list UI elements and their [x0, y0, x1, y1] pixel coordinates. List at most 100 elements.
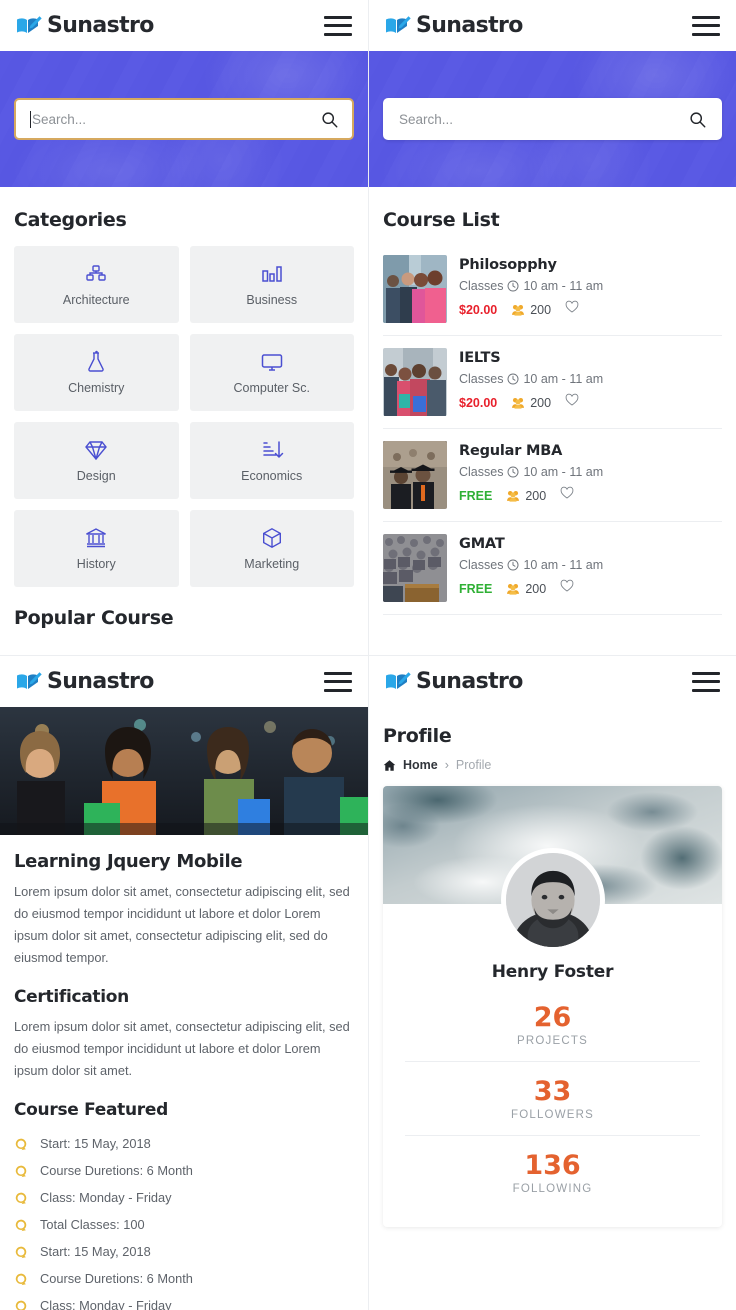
featured-item-label: Start: 15 May, 2018 — [40, 1244, 151, 1259]
breadcrumb-home-link[interactable]: Home — [403, 758, 438, 772]
hamburger-menu-icon[interactable] — [692, 15, 720, 36]
course-price: $20.00 — [459, 395, 498, 410]
course-footer: FREE 200 — [459, 579, 722, 598]
search-input[interactable]: Search... — [383, 98, 722, 140]
search-icon[interactable] — [689, 111, 706, 128]
students-count: 200 — [530, 302, 552, 317]
arrow-right-circle-icon — [15, 1165, 27, 1177]
course-list: Philosopphy Classes 10 am - 11 am $20.00 — [383, 243, 722, 615]
category-tile-business[interactable]: Business — [189, 246, 354, 323]
arrow-right-circle-icon — [15, 1138, 27, 1150]
bar-chart-icon — [262, 266, 282, 282]
course-list-item[interactable]: Regular MBA Classes 10 am - 11 am FREE 2… — [383, 429, 722, 522]
hamburger-menu-icon[interactable] — [692, 671, 720, 692]
course-name: GMAT — [459, 536, 505, 552]
diamond-icon — [85, 441, 108, 461]
course-time: 10 am - 11 am — [523, 465, 604, 479]
book-pen-logo-icon — [386, 15, 411, 33]
categories-section: Categories Architecture Business Chemist… — [0, 187, 368, 587]
favorite-button[interactable] — [565, 393, 579, 412]
book-pen-logo-icon — [386, 671, 411, 689]
hero-search-banner: Search... — [369, 51, 736, 187]
course-students: 200 — [511, 396, 551, 410]
course-schedule: Classes 10 am - 11 am — [459, 558, 722, 572]
course-schedule-label: Classes — [459, 279, 504, 293]
course-list-item[interactable]: IELTS Classes 10 am - 11 am $20.00 200 — [383, 336, 722, 429]
course-schedule: Classes 10 am - 11 am — [459, 279, 722, 293]
category-tile-design[interactable]: Design — [14, 422, 179, 499]
categories-title: Categories — [14, 209, 127, 231]
category-label: Design — [76, 469, 116, 483]
favorite-button[interactable] — [565, 300, 579, 319]
category-tile-chemistry[interactable]: Chemistry — [14, 334, 179, 411]
favorite-button[interactable] — [560, 579, 574, 598]
course-footer: $20.00 200 — [459, 300, 722, 319]
man-portrait-photo — [505, 853, 600, 947]
brand-logo[interactable]: Sunastro — [385, 669, 523, 694]
hamburger-menu-icon[interactable] — [324, 15, 352, 36]
course-name: Philosopphy — [459, 257, 557, 273]
cube-icon — [262, 527, 281, 549]
brand-name: Sunastro — [47, 13, 154, 38]
clock-icon — [507, 373, 519, 385]
category-label: Computer Sc. — [233, 381, 310, 395]
students-count: 200 — [530, 395, 552, 410]
stat-value: 33 — [533, 1076, 572, 1107]
category-tile-history[interactable]: History — [14, 510, 179, 587]
brand-logo[interactable]: Sunastro — [16, 669, 154, 694]
flask-icon — [88, 350, 105, 372]
certification-text: Lorem ipsum dolor sit amet, consectetur … — [14, 1019, 350, 1078]
course-schedule-label: Classes — [459, 372, 504, 386]
brand-name: Sunastro — [416, 669, 523, 694]
graduation-photo — [383, 441, 447, 509]
stat-value: 26 — [533, 1002, 572, 1033]
panel-course-list: Sunastro Search... Course List Philosopp… — [368, 0, 736, 655]
stat-label: FOLLOWERS — [510, 1109, 594, 1121]
popular-course-title: Popular Course — [14, 607, 174, 629]
category-tile-economics[interactable]: Economics — [189, 422, 354, 499]
search-icon[interactable] — [321, 111, 338, 128]
featured-item-label: Course Duretions: 6 Month — [40, 1163, 193, 1178]
featured-item: Start: 15 May, 2018 — [14, 1130, 354, 1157]
search-input[interactable]: Search... — [14, 98, 354, 140]
navbar: Sunastro — [0, 656, 368, 707]
heart-outline-icon — [560, 579, 574, 592]
category-tile-architecture[interactable]: Architecture — [14, 246, 179, 323]
students-count: 200 — [525, 488, 547, 503]
brand-logo[interactable]: Sunastro — [385, 13, 523, 38]
stat-label: PROJECTS — [517, 1035, 588, 1047]
course-list-item[interactable]: Philosopphy Classes 10 am - 11 am $20.00 — [383, 243, 722, 336]
course-thumbnail — [383, 348, 447, 416]
brand-name: Sunastro — [47, 669, 154, 694]
course-info: Regular MBA Classes 10 am - 11 am FREE 2… — [459, 441, 722, 509]
stat-label: FOLLOWING — [512, 1183, 593, 1195]
category-tile-computer-science[interactable]: Computer Sc. — [189, 334, 354, 411]
avatar[interactable] — [500, 848, 605, 952]
brand-logo[interactable]: Sunastro — [16, 13, 154, 38]
monitor-icon — [261, 354, 282, 371]
course-featured-list: Start: 15 May, 2018 Course Duretions: 6 … — [14, 1130, 354, 1310]
course-hero-image — [0, 707, 368, 835]
featured-item: Course Duretions: 6 Month — [14, 1265, 354, 1292]
arrow-right-circle-icon — [15, 1246, 27, 1258]
course-list-item[interactable]: GMAT Classes 10 am - 11 am FREE 200 — [383, 522, 722, 615]
hamburger-menu-icon[interactable] — [324, 671, 352, 692]
profile-stat-following: 136 FOLLOWING — [405, 1135, 700, 1209]
clock-icon — [507, 559, 519, 571]
category-tile-marketing[interactable]: Marketing — [189, 510, 354, 587]
featured-item-label: Start: 15 May, 2018 — [40, 1136, 151, 1151]
hero-search-banner: Search... — [0, 51, 368, 187]
course-price: $20.00 — [459, 302, 498, 317]
heart-outline-icon — [565, 393, 579, 406]
featured-item-label: Class: Monday - Friday — [40, 1190, 172, 1205]
architecture-blocks-icon — [86, 265, 106, 281]
course-time: 10 am - 11 am — [523, 372, 604, 386]
course-students: 200 — [506, 582, 546, 596]
course-name: Regular MBA — [459, 443, 563, 459]
course-schedule-label: Classes — [459, 465, 504, 479]
category-label: Business — [246, 293, 298, 307]
course-featured-title: Course Featured — [14, 1100, 168, 1120]
course-price: FREE — [459, 581, 493, 596]
favorite-button[interactable] — [560, 486, 574, 505]
featured-item: Total Classes: 100 — [14, 1211, 354, 1238]
